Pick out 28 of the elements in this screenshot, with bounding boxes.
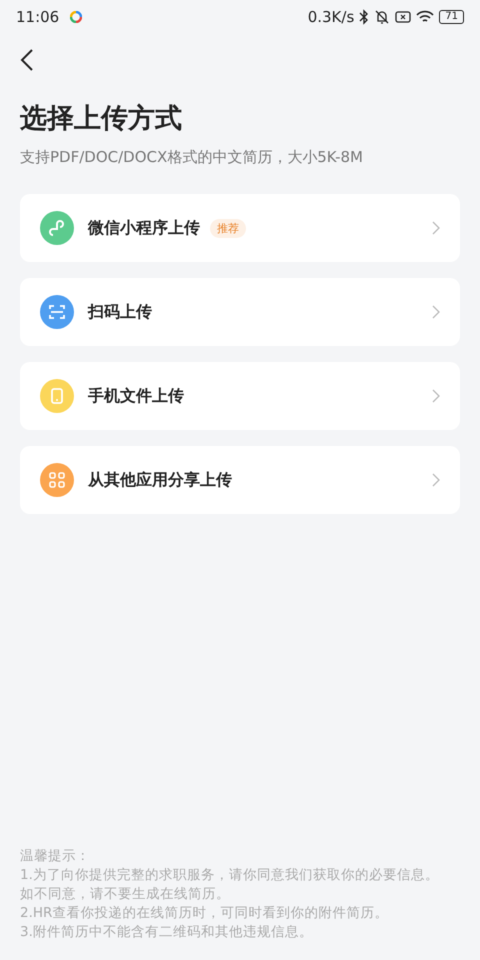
app-logo-icon	[70, 11, 82, 23]
upload-option[interactable]: 微信小程序上传 推荐	[20, 194, 460, 262]
tip-text: 如不同意，请不要生成在线简历。	[20, 885, 231, 904]
status-time: 11:06	[16, 8, 60, 26]
option-label: 微信小程序上传	[88, 218, 200, 238]
tip-text: 温馨提示：	[20, 847, 91, 866]
option-label: 扫码上传	[88, 302, 152, 322]
upload-option[interactable]: 从其他应用分享上传	[20, 446, 460, 514]
bluetooth-icon	[359, 9, 370, 25]
battery-indicator: 71	[439, 10, 464, 24]
tip-text: 3.附件简历中不能含有二维码和其他违规信息。	[20, 923, 314, 942]
wifi-icon	[416, 10, 434, 24]
page-subtitle: 支持PDF/DOC/DOCX格式的中文简历，大小5K-8M	[20, 147, 364, 168]
chevron-right-icon	[432, 473, 440, 487]
upload-option[interactable]: 手机文件上传	[20, 362, 460, 430]
network-speed: 0.3K/s	[308, 8, 354, 26]
sim-icon	[395, 10, 412, 24]
tip-text: 2.HR查看你投递的在线简历时，可同时看到你的附件简历。	[20, 904, 390, 923]
recommended-tag: 推荐	[210, 218, 246, 238]
tip-text: 1.为了向你提供完整的求职服务，请你同意我们获取你的必要信息。	[20, 866, 440, 885]
page-title: 选择上传方式	[20, 102, 183, 136]
chevron-right-icon	[432, 221, 440, 235]
muted-bell-icon	[374, 9, 390, 25]
option-label: 手机文件上传	[88, 386, 184, 406]
upload-option[interactable]: 扫码上传	[20, 278, 460, 346]
option-label: 从其他应用分享上传	[88, 470, 232, 490]
chevron-right-icon	[432, 389, 440, 403]
chevron-right-icon	[432, 305, 440, 319]
